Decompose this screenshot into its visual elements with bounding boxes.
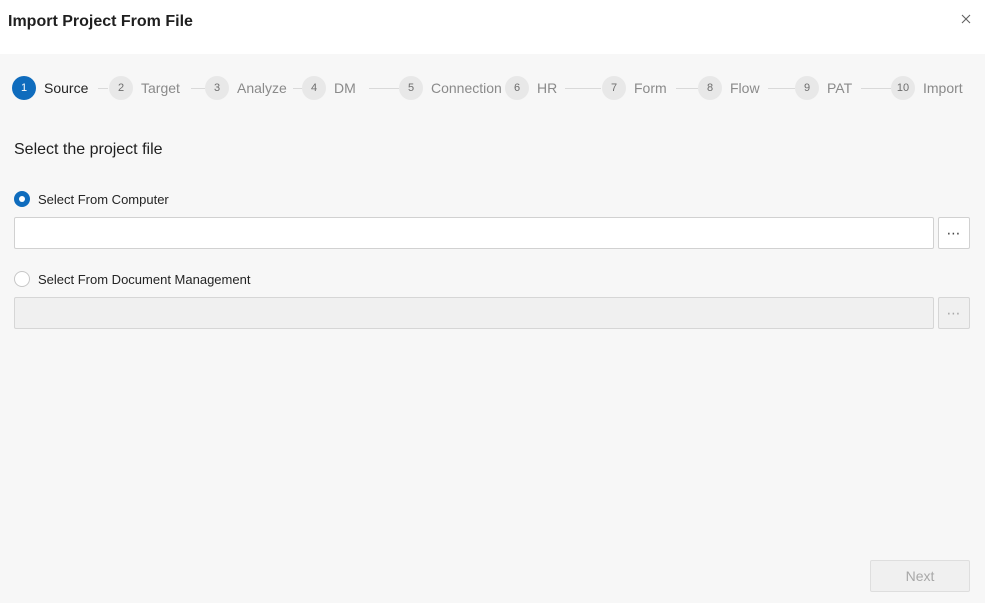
radio-label: Select From Computer [38,191,169,207]
step-connector [369,88,399,89]
step-label: Flow [730,80,760,96]
radio-unchecked-icon[interactable] [14,271,30,287]
dialog-header: Import Project From File [0,0,985,54]
step-number: 9 [795,76,819,100]
dialog-title: Import Project From File [8,13,193,30]
computer-file-input[interactable] [14,217,934,249]
step-connector [861,88,891,89]
step-number: 5 [399,76,423,100]
step-connector [676,88,698,89]
step-number: 8 [698,76,722,100]
step-connector [565,88,601,89]
step-number: 2 [109,76,133,100]
step-connector [191,88,205,89]
step-label: HR [537,80,558,96]
step-number: 4 [302,76,326,100]
radio-checked-icon[interactable] [14,191,30,207]
step-number: 10 [891,76,915,100]
close-button[interactable] [956,9,976,29]
step-number: 3 [205,76,229,100]
select-from-computer-radio[interactable]: Select From Computer [14,190,169,208]
step-label: PAT [827,80,853,96]
step-number: 1 [12,76,36,100]
step-label: Analyze [237,80,287,96]
wizard-stepper: 1 Source 2 Target 3 Analyze 4 DM 5 Conne… [0,76,985,102]
dm-file-input [14,297,934,329]
step-number: 6 [505,76,529,100]
computer-browse-button[interactable]: ⋯ [938,217,970,249]
step-number: 7 [602,76,626,100]
radio-label: Select From Document Management [38,271,251,287]
step-label: Form [634,80,667,96]
next-button[interactable]: Next [870,560,970,592]
dm-browse-button: ⋯ [938,297,970,329]
import-project-dialog: Import Project From File 1 Source 2 Targ… [0,0,985,603]
step-label: Connection [431,80,502,96]
step-label: Source [44,80,89,96]
step-connector [768,88,795,89]
section-title: Select the project file [14,141,163,158]
step-label: DM [334,80,356,96]
select-from-dm-radio[interactable]: Select From Document Management [14,270,250,288]
close-icon [961,14,971,24]
step-connector [98,88,108,89]
step-label: Target [141,80,180,96]
step-label: Import [923,80,963,96]
